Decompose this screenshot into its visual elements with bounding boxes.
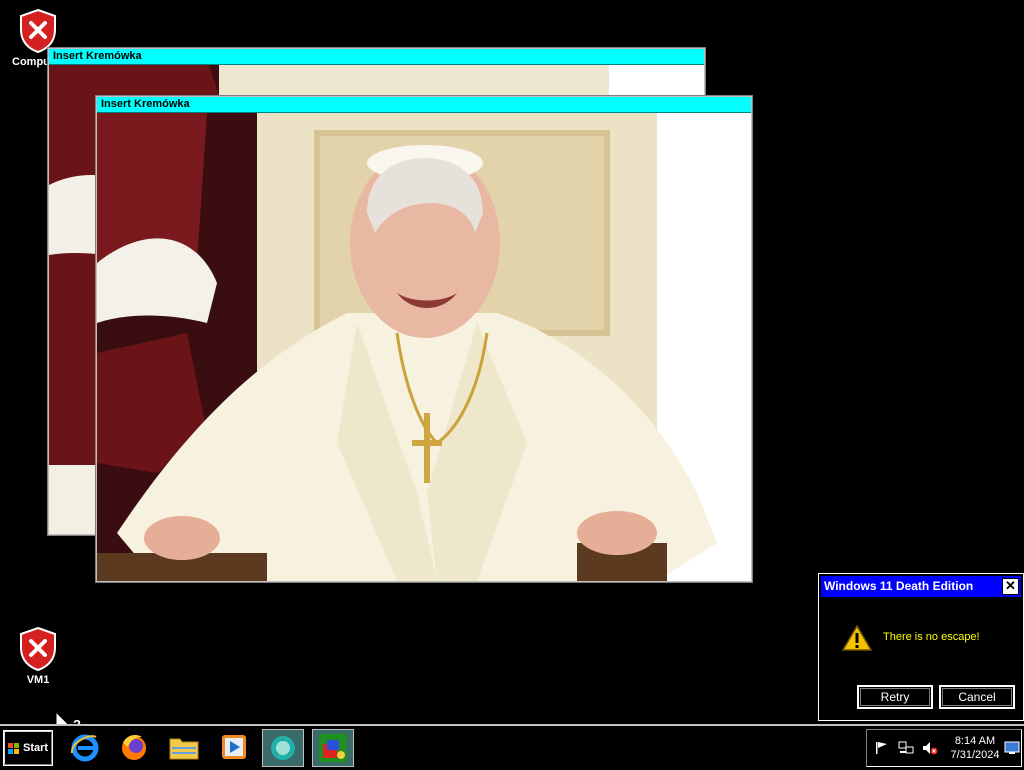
image-window-front[interactable]: Insert Kremówka — [96, 96, 752, 582]
clock-time: 8:14 AM — [954, 735, 996, 747]
paint-icon — [319, 734, 347, 762]
cancel-button[interactable]: Cancel — [939, 685, 1015, 709]
dialog-title: Windows 11 Death Edition — [824, 579, 974, 593]
taskbar: Start 8:14 AM 7/31/2024 — [0, 724, 1024, 770]
taskbar-app-firefox[interactable] — [114, 729, 154, 765]
clock-date: 7/31/2024 — [950, 749, 1000, 761]
dialog-titlebar[interactable]: Windows 11 Death Edition ✕ — [821, 576, 1021, 597]
close-button[interactable]: ✕ — [1002, 578, 1019, 595]
messenger-icon — [271, 736, 295, 760]
window-image — [97, 113, 751, 581]
file-explorer-icon — [169, 738, 199, 760]
error-dialog[interactable]: Windows 11 Death Edition ✕ There is no e… — [818, 573, 1024, 721]
taskbar-app-file-explorer[interactable] — [164, 729, 204, 765]
clock[interactable]: 8:14 AM 7/31/2024 — [945, 734, 1005, 762]
close-icon: ✕ — [1005, 578, 1016, 593]
desktop-icon-label: VM1 — [26, 674, 50, 686]
taskbar-app-media-player[interactable] — [214, 729, 254, 765]
warning-icon — [841, 624, 873, 651]
taskbar-app-internet-explorer[interactable] — [64, 729, 104, 765]
action-center-flag-icon[interactable] — [875, 741, 889, 755]
window-titlebar[interactable]: Insert Kremówka — [49, 49, 704, 65]
taskbar-app-messenger[interactable] — [262, 729, 304, 767]
media-player-icon — [222, 735, 246, 759]
firefox-icon — [122, 735, 146, 760]
volume-muted-icon[interactable] — [922, 741, 938, 755]
show-desktop-icon[interactable] — [1004, 741, 1020, 755]
shield-error-icon — [20, 626, 56, 672]
taskbar-app-paint[interactable] — [312, 729, 354, 767]
start-button[interactable]: Start — [3, 730, 53, 766]
dialog-message: There is no escape! — [883, 631, 980, 643]
internet-explorer-icon — [70, 734, 99, 762]
system-tray: 8:14 AM 7/31/2024 — [866, 729, 1022, 767]
desktop-icon-vm1[interactable]: VM1 — [3, 626, 73, 686]
windows-logo-icon — [8, 743, 19, 754]
network-icon[interactable] — [898, 741, 914, 755]
start-label: Start — [23, 742, 49, 754]
window-titlebar[interactable]: Insert Kremówka — [97, 97, 751, 113]
retry-button[interactable]: Retry — [857, 685, 933, 709]
